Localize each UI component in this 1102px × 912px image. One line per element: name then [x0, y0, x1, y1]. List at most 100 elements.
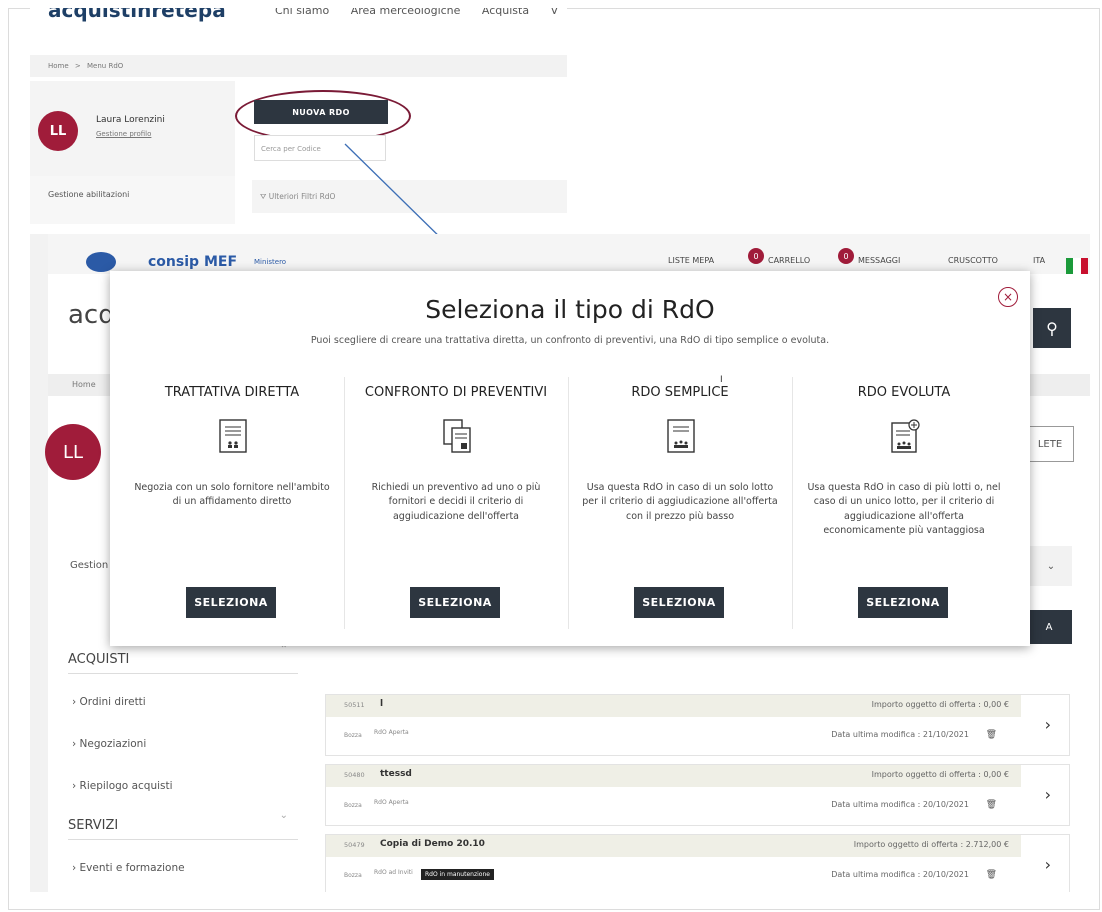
abilitazioni-link[interactable]: Gestione abilitazioni — [30, 176, 235, 224]
sidebar-section-acquisti[interactable]: ACQUISTI — [68, 652, 298, 674]
option-title: RDO EVOLUTA — [857, 385, 951, 400]
new-rdo-button[interactable]: NUOVA RDO — [254, 100, 388, 124]
nav-carrello[interactable]: CARRELLO — [768, 256, 810, 265]
rdo-row[interactable]: 50479 Copia di Demo 20.10 Importo oggett… — [325, 834, 1070, 892]
rdo-date: Data ultima modifica : 20/10/2021 — [831, 870, 969, 879]
rdo-id: 50479 — [344, 841, 365, 849]
rdo-title[interactable]: l — [380, 699, 383, 709]
breadcrumb-home[interactable]: Home — [48, 62, 69, 70]
rdo-title[interactable]: ttessd — [380, 769, 412, 779]
site-logo-text[interactable]: acquistinretepa — [48, 8, 226, 22]
background-header: consip MEF Ministero LISTE MEPA 0 CARREL… — [48, 234, 1090, 276]
nav-item[interactable]: V — [551, 8, 559, 17]
breadcrumb-separator: > — [74, 62, 81, 70]
option-rdo-semplice: RDO SEMPLICE Usa questa RdO in caso di u… — [568, 377, 793, 629]
trash-icon[interactable]: 🗑 — [986, 800, 997, 810]
rdo-title[interactable]: Copia di Demo 20.10 — [380, 839, 485, 849]
select-button[interactable]: SELEZIONA — [186, 587, 276, 618]
rdo-status: Bozza — [344, 802, 362, 809]
messages-badge: 0 — [838, 248, 854, 264]
trash-icon[interactable]: 🗑 — [986, 730, 997, 740]
option-title: TRATTATIVA DIRETTA — [164, 385, 300, 400]
nav-item[interactable]: Area merceologiche — [351, 8, 461, 17]
chevron-right-icon[interactable]: › — [1045, 855, 1051, 874]
consip-logo-icon — [86, 252, 116, 272]
top-nav: Chi siamo Area merceologiche Acquista V — [275, 8, 567, 17]
document-group-plus-icon — [891, 419, 920, 453]
rdo-row[interactable]: 50511 l Importo oggetto di offerta : 0,0… — [325, 694, 1070, 756]
chevron-down-icon[interactable]: ⌄ — [280, 810, 288, 821]
nav-item[interactable]: Acquista — [482, 8, 529, 17]
nav-liste-mepa[interactable]: LISTE MEPA — [668, 256, 714, 265]
option-title: RDO SEMPLICE — [631, 385, 729, 400]
nav-messaggi[interactable]: MESSAGGI — [858, 256, 900, 265]
chevron-right-icon[interactable]: › — [1045, 785, 1051, 804]
rdo-status: Bozza — [344, 732, 362, 739]
sidebar-item-label: Riepilogo acquisti — [79, 780, 173, 792]
breadcrumb-current: Menu RdO — [87, 62, 124, 70]
sidebar-item-riepilogo[interactable]: › Riepilogo acquisti — [72, 780, 173, 792]
rdo-menu-snippet: acquistinretepa Chi siamo Area merceolog… — [30, 8, 567, 226]
filters-toggle[interactable]: ⛛ Ulteriori Filtri RdO — [252, 180, 567, 213]
background-gestione-link[interactable]: Gestion — [70, 560, 108, 571]
nav-cruscotto[interactable]: CRUSCOTTO — [948, 256, 998, 265]
option-description: Negozia con un solo fornitore nell'ambit… — [134, 482, 330, 508]
language-selector[interactable]: ITA — [1033, 256, 1045, 265]
chevron-down-icon[interactable]: ⌄ — [1030, 546, 1072, 586]
option-rdo-evoluta: RDO EVOLUTA Usa questa RdO in caso di pi… — [792, 377, 1016, 629]
sidebar-item-negoziazioni[interactable]: › Negoziazioni — [72, 738, 146, 750]
consip-text: consip — [148, 254, 200, 270]
option-trattativa-diretta: TRATTATIVA DIRETTA Negozia con un solo f… — [120, 377, 345, 629]
option-confronto-preventivi: CONFRONTO DI PREVENTIVI Richiedi un prev… — [344, 377, 569, 629]
sidebar-item-label: Negoziazioni — [79, 738, 147, 750]
rdo-date: Data ultima modifica : 20/10/2021 — [831, 800, 969, 809]
option-description: Richiedi un preventivo ad uno o più forn… — [371, 482, 541, 522]
site-title: acq — [68, 300, 115, 330]
rdo-tag: RdO Aperta — [374, 729, 409, 736]
modal-title: Seleziona il tipo di RdO — [425, 295, 715, 324]
sidebar-section-servizi[interactable]: SERVIZI — [68, 818, 298, 840]
chevron-right-icon[interactable]: › — [1045, 715, 1051, 734]
breadcrumb: Home > Menu RdO — [30, 55, 567, 77]
documents-compare-icon — [443, 419, 471, 453]
rdo-tag: RdO ad Inviti — [374, 869, 413, 876]
sidebar: ACQUISTI ⌃ › Ordini diretti › Negoziazio… — [58, 634, 298, 892]
rdo-type-modal: × Seleziona il tipo di RdO Puoi sceglier… — [110, 271, 1030, 646]
sidebar-item-label: Ordini diretti — [79, 696, 146, 708]
rdo-importo: Importo oggetto di offerta : 0,00 € — [871, 770, 1009, 779]
mef-text: MEF — [204, 254, 238, 270]
background-action-button[interactable]: A — [1026, 610, 1072, 644]
trash-icon[interactable]: 🗑 — [986, 870, 997, 880]
ministero-text: Ministero — [254, 258, 287, 266]
option-description: Usa questa RdO in caso di un solo lotto … — [582, 482, 778, 522]
select-button[interactable]: SELEZIONA — [410, 587, 500, 618]
option-title: CONFRONTO DI PREVENTIVI — [364, 385, 548, 400]
text-cursor-icon: I — [720, 375, 723, 385]
modal-subtitle: Puoi scegliere di creare una trattativa … — [310, 335, 830, 346]
rdo-importo: Importo oggetto di offerta : 2.712,00 € — [853, 840, 1009, 849]
document-users-icon — [219, 419, 247, 453]
select-button[interactable]: SELEZIONA — [634, 587, 724, 618]
rdo-tag-maintenance: RdO in manutenzione — [421, 869, 494, 880]
profile-link[interactable]: Gestione profilo — [96, 130, 151, 138]
sidebar-item-ordini-diretti[interactable]: › Ordini diretti — [72, 696, 146, 708]
background-avatar: LL — [45, 424, 101, 480]
rdo-row[interactable]: 50480 ttessd Importo oggetto di offerta … — [325, 764, 1070, 826]
rdo-id: 50480 — [344, 771, 365, 779]
filter-icon: ⛛ — [260, 192, 267, 201]
search-icon[interactable]: ⚲ — [1033, 308, 1071, 348]
sidebar-item-eventi[interactable]: › Eventi e formazione — [72, 862, 185, 874]
filters-label: Ulteriori Filtri RdO — [268, 192, 336, 201]
background-filter-button[interactable]: LETE — [1026, 426, 1074, 462]
rdo-status: Bozza — [344, 872, 362, 879]
user-panel: LL Laura Lorenzini Gestione profilo — [30, 81, 235, 176]
nav-item[interactable]: Chi siamo — [275, 8, 329, 17]
search-input[interactable]: Cerca per Codice — [254, 135, 386, 161]
select-button[interactable]: SELEZIONA — [858, 587, 948, 618]
avatar: LL — [38, 111, 78, 151]
user-name: Laura Lorenzini — [96, 115, 165, 125]
document-group-icon — [667, 419, 695, 453]
rdo-importo: Importo oggetto di offerta : 0,00 € — [871, 700, 1009, 709]
rdo-tag: RdO Aperta — [374, 799, 409, 806]
sidebar-item-label: Eventi e formazione — [79, 862, 185, 874]
